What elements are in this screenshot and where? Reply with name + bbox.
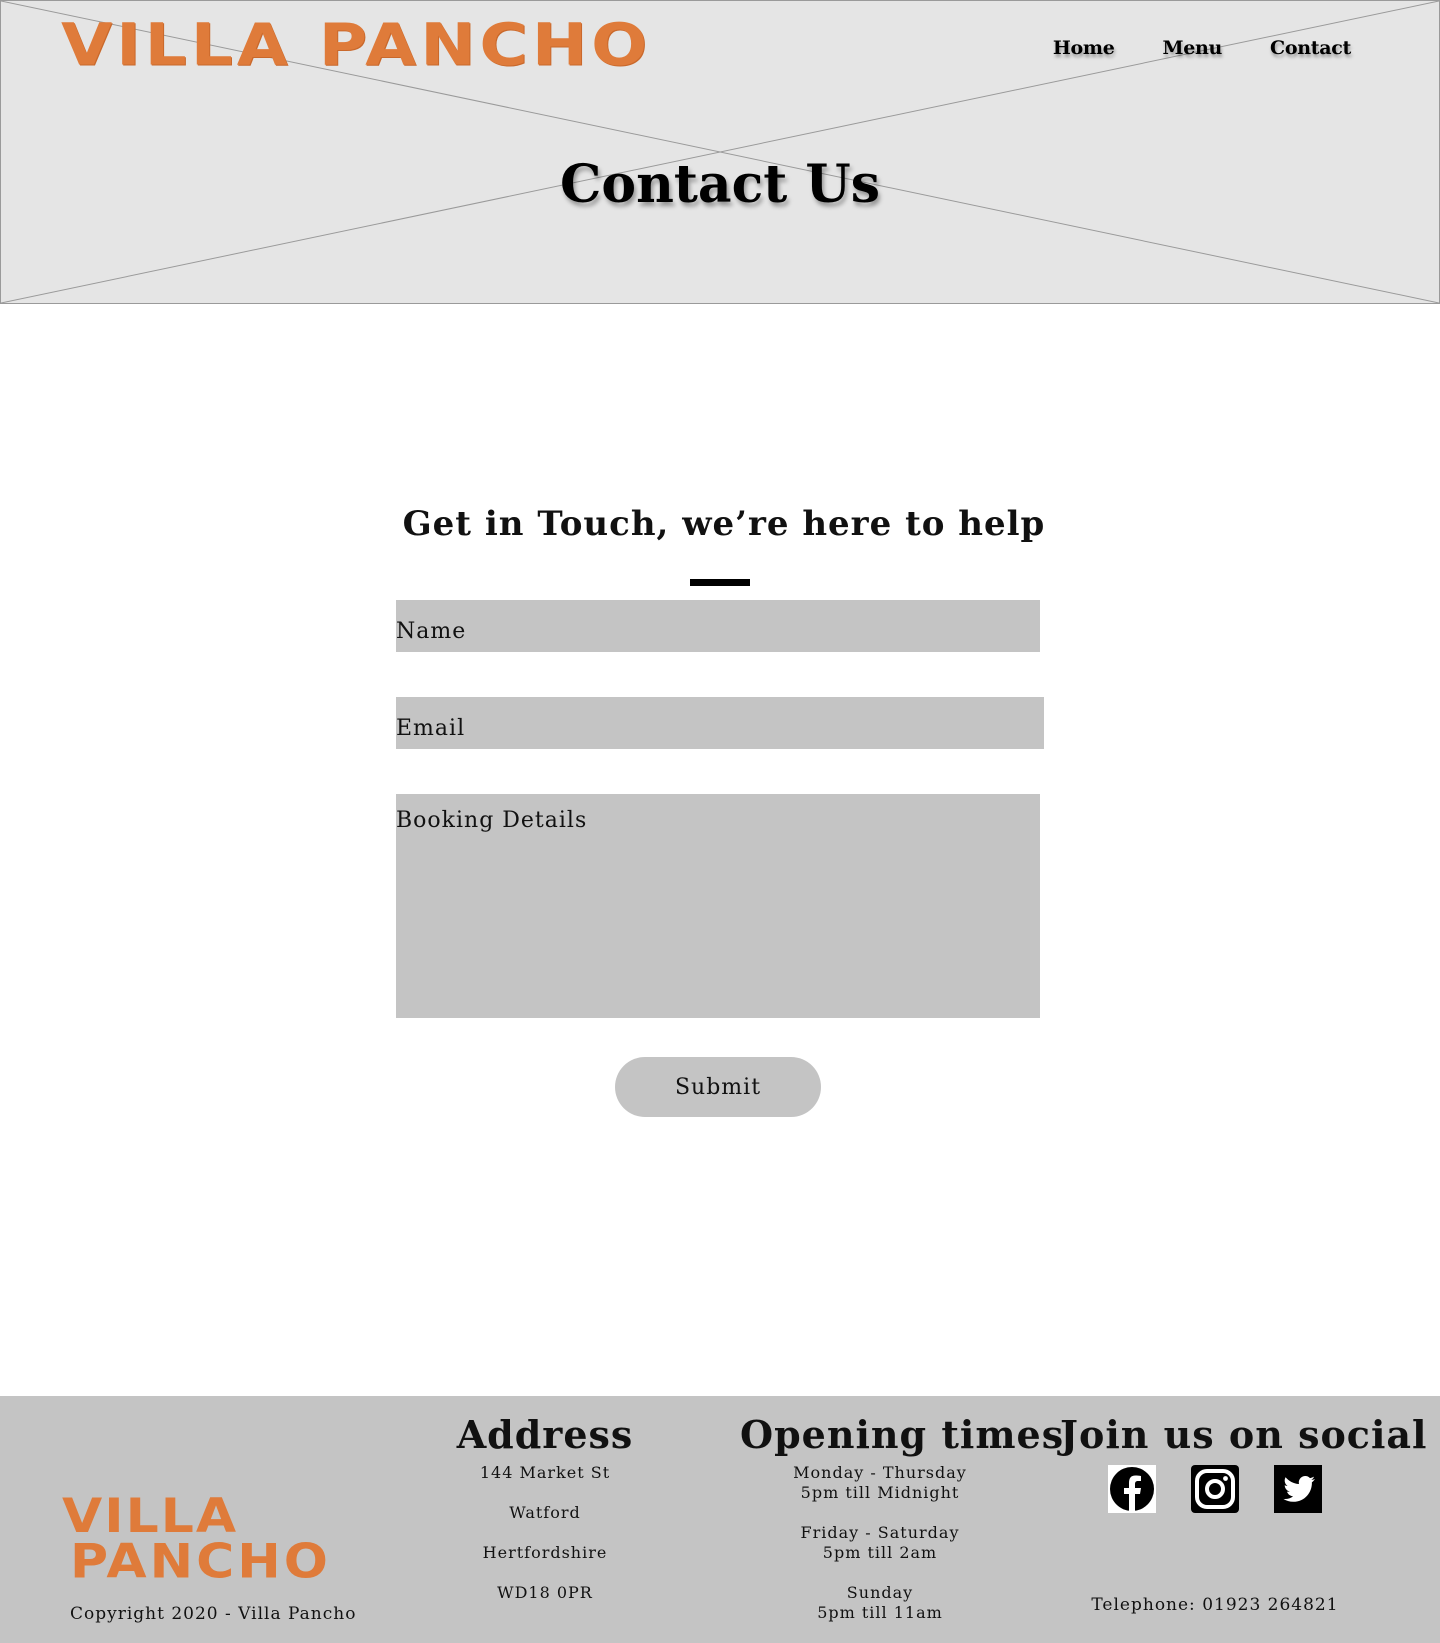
social-title: Join us on social: [1060, 1412, 1428, 1457]
nav-home-link[interactable]: Home: [1053, 37, 1115, 59]
telephone-text: Telephone: 01923 264821: [1091, 1595, 1339, 1615]
site-logo[interactable]: VILLA PANCHO: [61, 11, 651, 79]
footer-logo-line1: VILLA: [62, 1489, 239, 1544]
site-footer: VILLA PANCHO Copyright 2020 - Villa Panc…: [0, 1396, 1440, 1643]
opening-hours: 5pm till 11am: [817, 1603, 943, 1622]
address-line: 144 Market St: [479, 1463, 611, 1482]
social-icons: [1060, 1465, 1370, 1513]
opening-times-title: Opening times: [740, 1412, 1065, 1457]
name-input[interactable]: [396, 600, 1040, 652]
opening-times-column: Opening times Monday - Thursday 5pm till…: [740, 1412, 1065, 1623]
address-line: Watford: [509, 1503, 581, 1522]
page-title: Contact Us: [560, 154, 880, 215]
opening-days: Sunday: [846, 1583, 914, 1602]
address-title: Address: [456, 1412, 634, 1457]
main-nav: Home Menu Contact: [1053, 37, 1351, 59]
email-input[interactable]: [396, 697, 1044, 749]
address-line: Hertfordshire: [482, 1543, 608, 1562]
opening-group: Friday - Saturday 5pm till 2am: [740, 1523, 1020, 1563]
opening-hours: 5pm till 2am: [822, 1543, 938, 1562]
footer-logo-line2: PANCHO: [70, 1535, 331, 1590]
nav-contact-link[interactable]: Contact: [1270, 37, 1351, 59]
submit-button[interactable]: Submit: [615, 1057, 821, 1117]
booking-details-textarea[interactable]: [396, 794, 1040, 1018]
copyright-text: Copyright 2020 - Villa Pancho: [70, 1604, 357, 1624]
twitter-icon[interactable]: [1274, 1465, 1322, 1513]
opening-days: Friday - Saturday: [800, 1523, 960, 1542]
opening-days: Monday - Thursday: [793, 1463, 967, 1482]
opening-group: Monday - Thursday 5pm till Midnight: [740, 1463, 1020, 1503]
address-line: WD18 0PR: [497, 1583, 593, 1602]
footer-logo[interactable]: VILLA PANCHO: [62, 1489, 331, 1590]
hero-image-placeholder: VILLA PANCHO Home Menu Contact Contact U…: [0, 0, 1440, 304]
facebook-icon[interactable]: [1108, 1465, 1156, 1513]
form-heading: Get in Touch, we’re here to help: [402, 504, 1046, 544]
heading-divider: [690, 579, 750, 586]
instagram-icon[interactable]: [1191, 1465, 1239, 1513]
opening-hours: 5pm till Midnight: [800, 1483, 960, 1502]
opening-group: Sunday 5pm till 11am: [740, 1583, 1020, 1623]
address-column: Address 144 Market St Watford Hertfordsh…: [430, 1412, 660, 1603]
nav-menu-link[interactable]: Menu: [1162, 37, 1222, 59]
social-column: Join us on social: [1060, 1412, 1428, 1513]
